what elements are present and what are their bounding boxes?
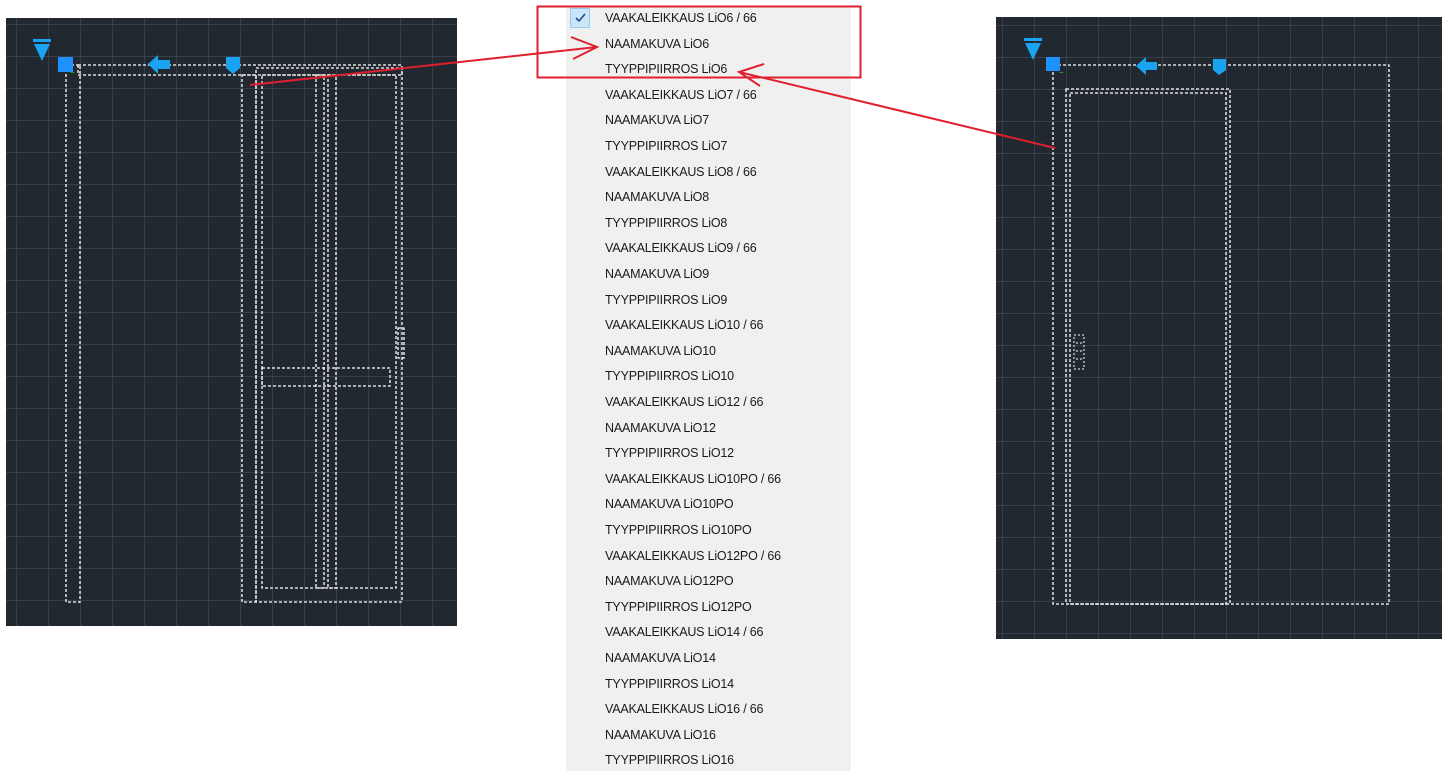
menu-item[interactable]: NAAMAKUVA LiO12PO: [566, 570, 851, 592]
menu-item[interactable]: NAAMAKUVA LiO16: [566, 724, 851, 746]
hinge-detail[interactable]: [1073, 334, 1085, 370]
menu-item[interactable]: TYYPPIPIIRROS LiO9: [566, 289, 851, 311]
menu-item-label: VAAKALEIKKAUS LiO10 / 66: [605, 318, 764, 333]
menu-item[interactable]: TYYPPIPIIRROS LiO16: [566, 749, 851, 771]
menu-item[interactable]: VAAKALEIKKAUS LiO8 / 66: [566, 161, 851, 183]
menu-item-label: NAAMAKUVA LiO6: [605, 36, 709, 51]
menu-item[interactable]: TYYPPIPIIRROS LiO12: [566, 442, 851, 464]
lookup-grip-icon[interactable]: [226, 57, 240, 74]
menu-item[interactable]: NAAMAKUVA LiO9: [566, 263, 851, 285]
door-stile-left[interactable]: [241, 74, 257, 603]
menu-item-label: VAAKALEIKKAUS LiO12 / 66: [605, 395, 764, 409]
menu-item[interactable]: NAAMAKUVA LiO8: [566, 186, 851, 208]
menu-item-label: TYYPPIPIIRROS LiO14: [605, 676, 734, 691]
door-leaf-outline[interactable]: [255, 67, 403, 603]
menu-item-label: NAAMAKUVA LiO12: [605, 420, 716, 435]
menu-item-label: VAAKALEIKKAUS LiO12PO / 66: [605, 548, 781, 563]
menu-item[interactable]: VAAKALEIKKAUS LiO16 / 66: [566, 698, 851, 720]
menu-item[interactable]: TYYPPIPIIRROS LiO8: [566, 212, 851, 234]
menu-item[interactable]: TYYPPIPIIRROS LiO14: [566, 673, 851, 695]
menu-item[interactable]: VAAKALEIKKAUS LiO10 / 66: [566, 314, 851, 336]
checkmark-icon: [570, 8, 590, 28]
cad-drawing-left: ~: [33, 39, 405, 603]
menu-item-label: VAAKALEIKKAUS LiO7 / 66: [605, 87, 757, 102]
menu-item[interactable]: NAAMAKUVA LiO7: [566, 109, 851, 131]
insertion-marker: ~: [70, 68, 75, 77]
menu-item[interactable]: NAAMAKUVA LiO10PO: [566, 493, 851, 515]
menu-item-label: TYYPPIPIIRROS LiO6: [605, 62, 728, 77]
door-handle[interactable]: [397, 327, 405, 359]
menu-item-label: VAAKALEIKKAUS LiO14 / 66: [605, 625, 764, 640]
door-mullion-a[interactable]: [315, 74, 325, 589]
menu-item[interactable]: VAAKALEIKKAUS LiO7 / 66: [566, 84, 851, 106]
door-mullion-b[interactable]: [327, 74, 337, 589]
menu-item-label: VAAKALEIKKAUS LiO6 / 66: [605, 11, 757, 25]
menu-item-label: TYYPPIPIIRROS LiO10PO: [605, 523, 752, 537]
door-mid-rail[interactable]: [261, 367, 391, 387]
menu-item[interactable]: VAAKALEIKKAUS LiO6 / 66: [566, 7, 851, 29]
menu-item-label: NAAMAKUVA LiO16: [605, 727, 716, 742]
menu-item[interactable]: NAAMAKUVA LiO12: [566, 417, 851, 439]
door-leaf-outline[interactable]: [1065, 88, 1231, 605]
menu-item[interactable]: NAAMAKUVA LiO10: [566, 340, 851, 362]
menu-item[interactable]: TYYPPIPIIRROS LiO10PO: [566, 519, 851, 541]
menu-item[interactable]: VAAKALEIKKAUS LiO10PO / 66: [566, 468, 851, 490]
cad-drawing-right: ~: [1024, 38, 1390, 605]
menu-item[interactable]: TYYPPIPIIRROS LiO7: [566, 135, 851, 157]
door-inner-outline[interactable]: [261, 74, 397, 589]
menu-item-label: TYYPPIPIIRROS LiO10: [605, 369, 734, 384]
door-inner-outline[interactable]: [1069, 92, 1227, 605]
visibility-states-menu: VAAKALEIKKAUS LiO6 / 66 NAAMAKUVA LiO6 TYY…: [566, 6, 851, 771]
lookup-grip-icon[interactable]: [1213, 59, 1226, 75]
menu-item[interactable]: VAAKALEIKKAUS LiO12 / 66: [566, 391, 851, 413]
frame-outer-outline[interactable]: [1052, 64, 1390, 605]
menu-item-label: TYYPPIPIIRROS LiO16: [605, 753, 734, 768]
frame-left-jamb[interactable]: [65, 64, 81, 603]
ucs-triangle-icon: [1024, 38, 1042, 60]
menu-item-label: NAAMAKUVA LiO8: [605, 190, 709, 205]
menu-item[interactable]: TYYPPIPIIRROS LiO6: [566, 58, 851, 80]
flip-arrow-icon[interactable]: [1136, 57, 1157, 75]
menu-item[interactable]: VAAKALEIKKAUS LiO12PO / 66: [566, 545, 851, 567]
menu-item-label: NAAMAKUVA LiO10PO: [605, 497, 734, 512]
menu-item-label: TYYPPIPIIRROS LiO7: [605, 139, 728, 153]
menu-item-label: TYYPPIPIIRROS LiO12PO: [605, 599, 752, 614]
menu-item-label: TYYPPIPIIRROS LiO8: [605, 215, 728, 230]
menu-item-label: VAAKALEIKKAUS LiO10PO / 66: [605, 471, 781, 486]
menu-item[interactable]: TYYPPIPIIRROS LiO12PO: [566, 596, 851, 618]
menu-item-label: NAAMAKUVA LiO10: [605, 343, 716, 358]
menu-item-label: TYYPPIPIIRROS LiO9: [605, 292, 728, 307]
cad-viewport-right[interactable]: ~: [996, 17, 1442, 639]
menu-item-label: VAAKALEIKKAUS LiO8 / 66: [605, 164, 757, 179]
menu-item-label: NAAMAKUVA LiO7: [605, 113, 709, 128]
menu-item-label: NAAMAKUVA LiO14: [605, 651, 716, 665]
menu-item[interactable]: NAAMAKUVA LiO6: [566, 33, 851, 55]
blue-square-grip-icon[interactable]: [1046, 57, 1060, 71]
insertion-marker: ~: [1059, 68, 1064, 77]
menu-item[interactable]: TYYPPIPIIRROS LiO10: [566, 365, 851, 387]
flip-arrow-icon[interactable]: [148, 55, 170, 74]
menu-item-label: NAAMAKUVA LiO9: [605, 267, 709, 281]
menu-item-label: VAAKALEIKKAUS LiO16 / 66: [605, 702, 764, 717]
cad-viewport-left[interactable]: ~: [6, 18, 457, 626]
menu-item-label: VAAKALEIKKAUS LiO9 / 66: [605, 241, 757, 256]
menu-item[interactable]: NAAMAKUVA LiO14: [566, 647, 851, 669]
menu-item-label: TYYPPIPIIRROS LiO12: [605, 446, 734, 461]
menu-item[interactable]: VAAKALEIKKAUS LiO9 / 66: [566, 237, 851, 259]
ucs-triangle-icon: [33, 39, 51, 61]
menu-item[interactable]: VAAKALEIKKAUS LiO14 / 66: [566, 621, 851, 643]
menu-item-label: NAAMAKUVA LiO12PO: [605, 574, 734, 589]
